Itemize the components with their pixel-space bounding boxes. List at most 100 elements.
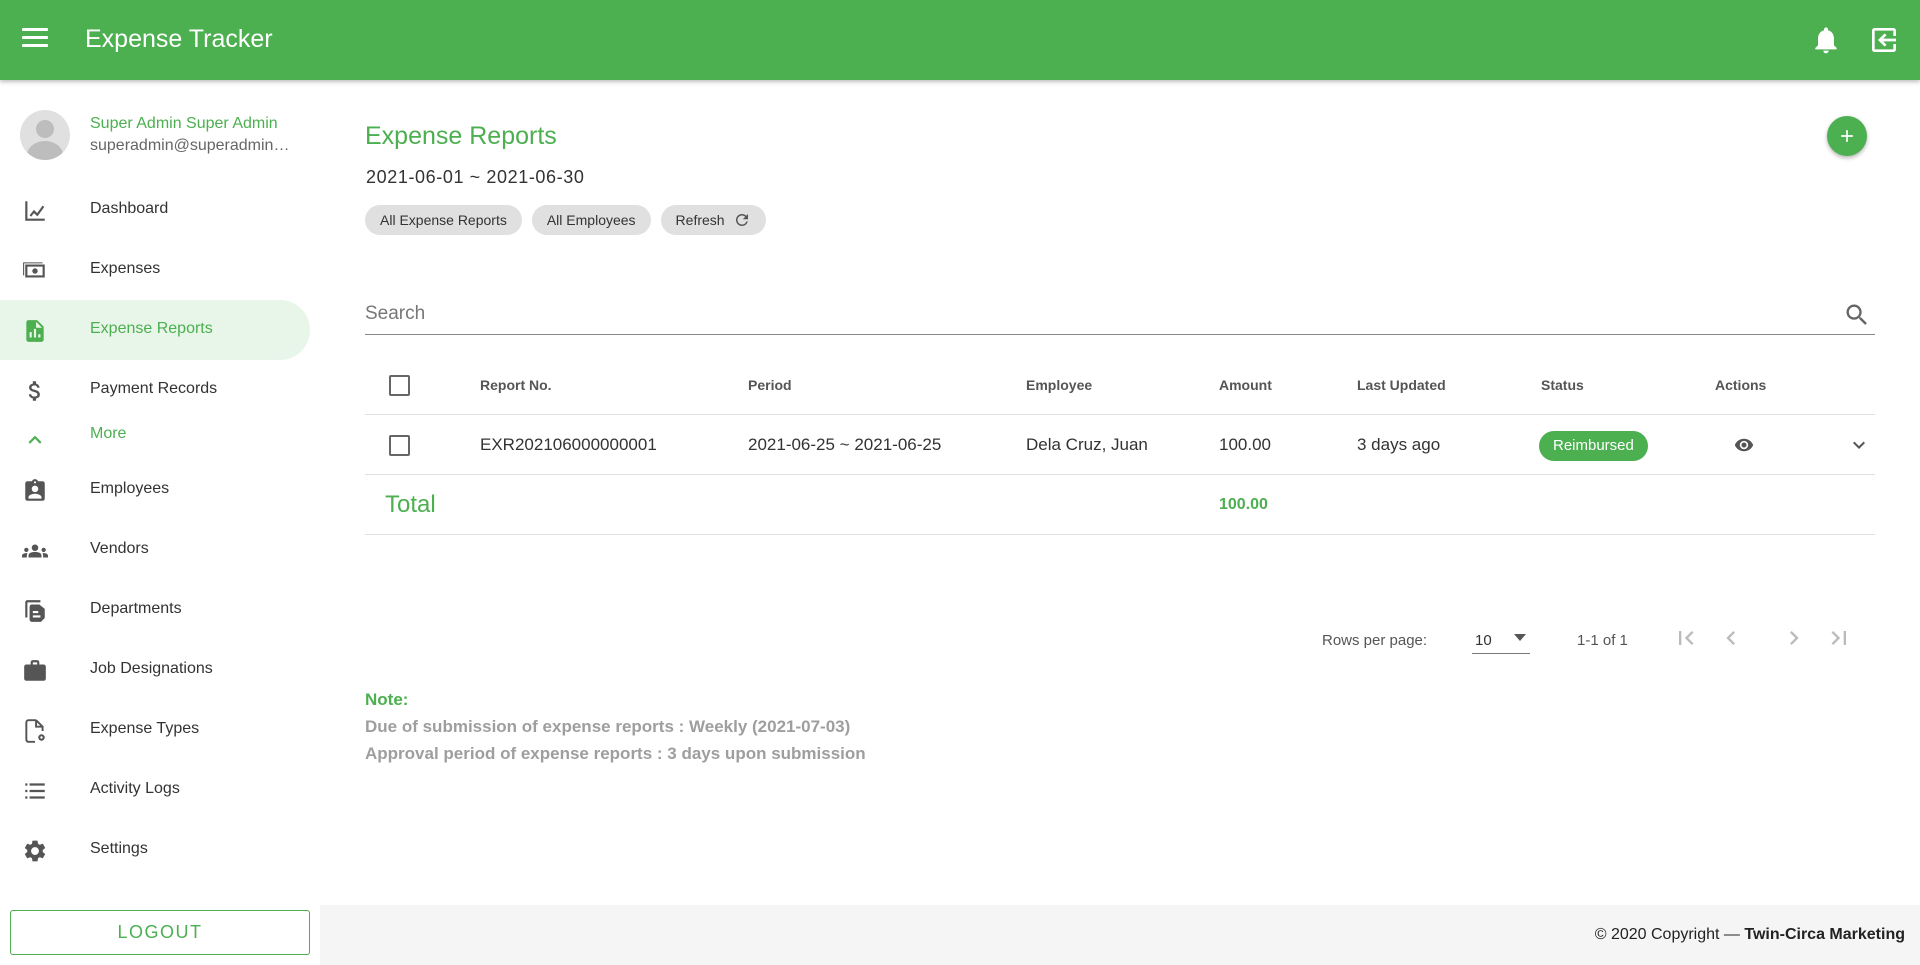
col-actions: Actions: [1715, 377, 1767, 393]
col-report-no[interactable]: Report No.: [480, 355, 552, 415]
note-submission-due: Due of submission of expense reports : W…: [365, 717, 851, 736]
sidebar-item-label: Settings: [90, 840, 148, 857]
date-range[interactable]: 2021-06-01 ~ 2021-06-30: [366, 167, 584, 188]
group-icon: [22, 544, 48, 558]
row-checkbox[interactable]: [389, 435, 410, 456]
select-all-checkbox[interactable]: [389, 375, 410, 396]
sidebar-item-label: Expenses: [90, 260, 161, 277]
chip-label: Refresh: [675, 212, 725, 228]
note-title: Note:: [365, 690, 409, 709]
prev-page-icon[interactable]: [1717, 624, 1745, 652]
briefcase-icon: [24, 660, 46, 681]
badge-icon: [25, 479, 45, 501]
refresh-chip[interactable]: Refresh: [660, 205, 766, 235]
menu-icon[interactable]: [22, 28, 48, 52]
sidebar-item-label: Departments: [90, 600, 182, 617]
user-email: superadmin@superadmin.com: [90, 137, 290, 154]
table-header: Report No. Period Employee Amount Last U…: [365, 355, 1875, 415]
sidebar-item-label: Expense Reports: [90, 320, 213, 337]
all-employees-chip[interactable]: All Employees: [531, 205, 651, 235]
search-icon[interactable]: [1843, 301, 1871, 329]
sidebar-item-job-designations[interactable]: Job Designations: [0, 640, 310, 700]
sidebar-item-label: Job Designations: [90, 660, 213, 677]
user-profile: Super Admin Super Admin superadmin@super…: [20, 110, 310, 162]
app-bar: Expense Tracker: [0, 0, 1920, 80]
page-title: Expense Reports: [365, 122, 557, 150]
plus-icon: [1841, 130, 1853, 142]
dollar-icon: [28, 381, 40, 401]
col-amount[interactable]: Amount: [1219, 355, 1272, 415]
logout-button[interactable]: LOGOUT: [10, 910, 310, 955]
rows-per-page-value: 10: [1475, 632, 1492, 649]
employee: Dela Cruz, Juan: [1026, 435, 1148, 454]
sidebar-item-label: Expense Types: [90, 720, 200, 737]
period: 2021-06-25 ~ 2021-06-25: [748, 435, 942, 454]
next-page-icon[interactable]: [1780, 624, 1808, 652]
rows-per-page-label: Rows per page:: [1322, 632, 1428, 649]
copyright: © 2020 Copyright — Twin-Circa Marketing: [1595, 926, 1905, 944]
table-row[interactable]: EXR202106000000001 2021-06-25 ~ 2021-06-…: [365, 415, 1875, 475]
status-badge: Reimbursed: [1539, 430, 1648, 461]
chevron-up-icon: [28, 435, 42, 444]
sidebar-item-expenses[interactable]: Expenses: [0, 240, 310, 300]
col-status[interactable]: Status: [1541, 355, 1584, 415]
all-expense-reports-chip[interactable]: All Expense Reports: [365, 205, 522, 235]
col-employee[interactable]: Employee: [1026, 355, 1092, 415]
dropdown-arrow-icon: [1514, 634, 1526, 641]
sidebar-item-expense-types[interactable]: Expense Types: [0, 700, 310, 760]
footer: © 2020 Copyright — Twin-Circa Marketing: [320, 905, 1920, 965]
add-report-button[interactable]: [1827, 116, 1867, 156]
refresh-icon: [735, 214, 748, 226]
col-last-updated[interactable]: Last Updated: [1357, 355, 1446, 415]
gear-icon: [24, 840, 46, 862]
sidebar-item-expense-reports[interactable]: Expense Reports: [0, 300, 310, 360]
sidebar: Super Admin Super Admin superadmin@super…: [0, 80, 320, 965]
first-page-icon[interactable]: [1672, 624, 1700, 652]
avatar: [20, 110, 70, 160]
sidebar-item-more[interactable]: More: [0, 415, 310, 465]
report-icon: [26, 320, 44, 342]
rows-per-page-select[interactable]: 10: [1472, 622, 1530, 654]
total-label: Total: [385, 491, 436, 518]
sidebar-item-employees[interactable]: Employees: [0, 460, 310, 520]
filter-chips: All Expense Reports All Employees Refres…: [365, 205, 766, 237]
chip-label: All Employees: [546, 212, 636, 228]
sidebar-item-vendors[interactable]: Vendors: [0, 520, 310, 580]
note-approval-period: Approval period of expense reports : 3 d…: [365, 744, 866, 763]
last-updated: 3 days ago: [1357, 435, 1441, 454]
cash-icon: [23, 262, 45, 278]
sidebar-item-label: Vendors: [90, 540, 149, 557]
sidebar-item-activity-logs[interactable]: Activity Logs: [0, 760, 310, 820]
chip-label: All Expense Reports: [380, 212, 507, 228]
sidebar-item-label: More: [90, 425, 127, 442]
expense-reports-table: Report No. Period Employee Amount Last U…: [365, 355, 1875, 535]
logout-icon[interactable]: [1868, 24, 1900, 56]
sidebar-item-dashboard[interactable]: Dashboard: [0, 180, 310, 240]
col-period[interactable]: Period: [748, 355, 792, 415]
sidebar-item-departments[interactable]: Departments: [0, 580, 310, 640]
bell-icon[interactable]: [1810, 24, 1842, 56]
sidebar-item-label: Employees: [90, 480, 170, 497]
sidebar-item-label: Activity Logs: [90, 780, 180, 797]
chevron-down-icon[interactable]: [1847, 433, 1871, 457]
total-amount: 100.00: [1219, 496, 1268, 513]
user-name: Super Admin Super Admin: [90, 115, 278, 132]
sidebar-item-settings[interactable]: Settings: [0, 820, 310, 880]
amount: 100.00: [1219, 435, 1271, 454]
last-page-icon[interactable]: [1825, 624, 1853, 652]
pagination: Rows per page: 10 1-1 of 1: [365, 618, 1875, 668]
app-title: Expense Tracker: [85, 25, 273, 53]
sidebar-item-payment-records[interactable]: Payment Records: [0, 360, 310, 420]
copyright-text: © 2020 Copyright —: [1594, 926, 1740, 943]
search-bar: [365, 295, 1875, 335]
report-no: EXR202106000000001: [480, 435, 657, 454]
page-range: 1-1 of 1: [1577, 632, 1628, 649]
total-row: Total 100.00: [365, 475, 1875, 535]
sidebar-item-label: Dashboard: [90, 200, 169, 217]
chart-line-icon: [25, 201, 45, 221]
search-input[interactable]: [365, 295, 1825, 333]
clipboard-icon: [25, 600, 45, 622]
sidebar-item-label: Payment Records: [90, 380, 218, 397]
eye-icon[interactable]: [1734, 435, 1754, 455]
list-icon: [25, 783, 45, 799]
